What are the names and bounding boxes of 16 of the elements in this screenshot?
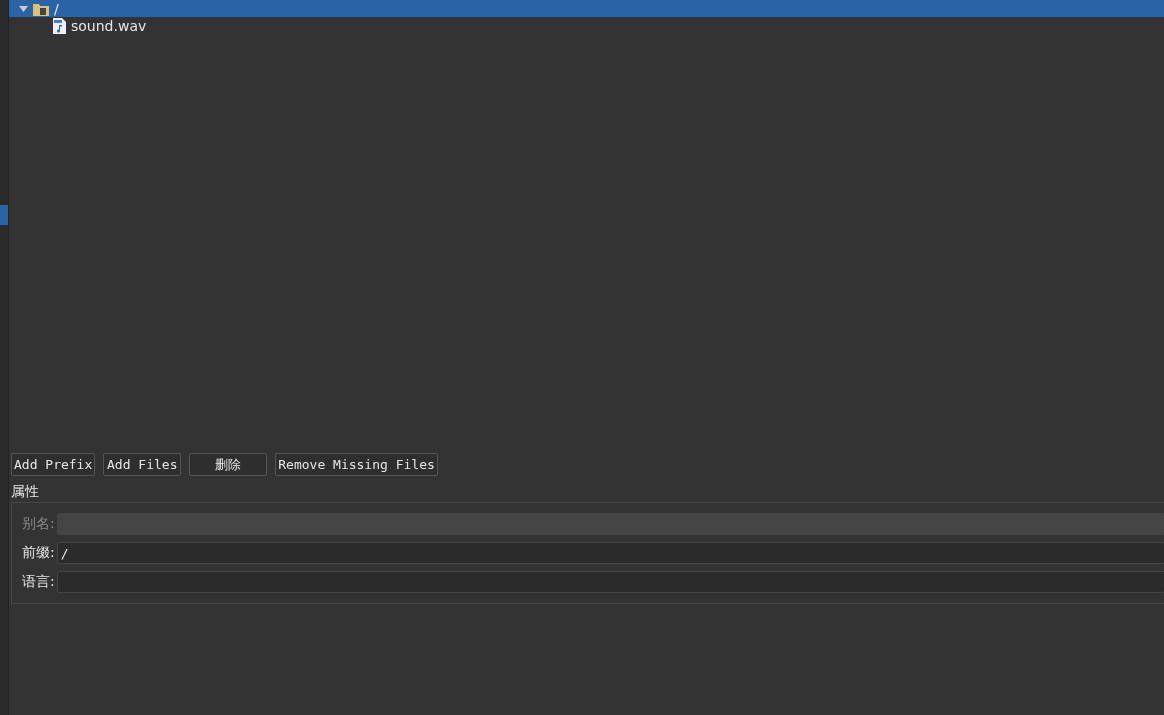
input-field[interactable] <box>56 571 1164 593</box>
toolbar-button[interactable]: 删除 <box>189 453 268 476</box>
field-label: 别名: <box>22 515 55 533</box>
caret-icon[interactable] <box>19 5 28 12</box>
field-label: 语言: <box>22 573 55 591</box>
input-field[interactable]: / <box>56 542 1164 564</box>
group-title: 属性 <box>10 482 40 501</box>
splitter-handle[interactable] <box>0 205 8 225</box>
toolbar-button[interactable]: Add Prefix <box>11 453 96 476</box>
tree-item[interactable]: / <box>9 0 1164 17</box>
toolbar-button[interactable]: Add Files <box>103 453 182 476</box>
folder-lock-icon <box>33 1 49 16</box>
toolbar-button[interactable]: Remove Missing Files <box>275 453 438 476</box>
audio-file-icon <box>53 17 66 34</box>
tree-item[interactable]: sound.wav <box>9 17 1164 34</box>
field-label: 前缀: <box>22 544 55 562</box>
